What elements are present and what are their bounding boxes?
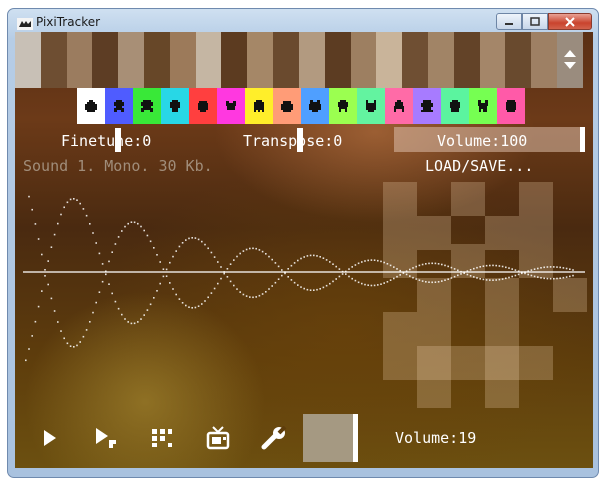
instrument-slot[interactable] (77, 88, 105, 124)
pattern-button[interactable] (147, 426, 177, 450)
instrument-slot[interactable] (133, 88, 161, 124)
instrument-slot[interactable] (497, 88, 525, 124)
dog-icon (478, 100, 488, 112)
instrument-slot[interactable] (105, 88, 133, 124)
invader-icon (141, 100, 153, 112)
instrument-slot[interactable] (301, 88, 329, 124)
piano-key[interactable] (350, 32, 377, 88)
piano-key[interactable] (298, 32, 326, 88)
piano-key[interactable] (195, 32, 222, 88)
spider-icon (421, 100, 433, 112)
octopus-icon (338, 100, 348, 112)
instrument-slot[interactable] (273, 88, 301, 124)
instrument-slot[interactable] (161, 88, 189, 124)
alien-icon (114, 100, 124, 112)
finetune-cursor[interactable] (115, 128, 121, 152)
window-controls (496, 13, 592, 31)
piano-key[interactable] (273, 32, 300, 88)
piano-key[interactable] (402, 32, 429, 88)
tv-icon (206, 426, 230, 450)
app-logo-icon (17, 18, 33, 30)
piano-key[interactable] (144, 32, 171, 88)
instrument-slot[interactable] (413, 88, 441, 124)
instrument-slot[interactable] (469, 88, 497, 124)
play-button[interactable] (35, 426, 65, 450)
app-window: PixiTracker Finetune:0 Transpose:0 Volum… (7, 8, 599, 478)
piano-key[interactable] (505, 32, 532, 88)
piano-key[interactable] (15, 32, 42, 88)
load-save-button[interactable]: LOAD/SAVE... (425, 157, 533, 175)
play-pattern-button[interactable] (91, 426, 121, 450)
piano-key[interactable] (92, 32, 119, 88)
face-icon (506, 100, 516, 112)
robot-icon (198, 101, 208, 112)
piano-key[interactable] (427, 32, 455, 88)
master-volume-label: Volume:19 (395, 429, 477, 447)
waveform-samples (25, 195, 574, 362)
wrench-icon (261, 426, 287, 450)
tracker-canvas[interactable]: Finetune:0 Transpose:0 Volume:100 Sound … (15, 32, 593, 468)
up-down-arrows-icon (564, 50, 576, 69)
play-pattern-icon (96, 428, 116, 448)
piano-keyboard[interactable] (15, 32, 593, 88)
waveform-display[interactable] (15, 182, 593, 408)
maximize-icon (530, 17, 540, 26)
window-title: PixiTracker (36, 15, 101, 29)
maximize-button[interactable] (522, 13, 548, 30)
instrument-slot[interactable] (357, 88, 385, 124)
ghost-icon (254, 100, 264, 112)
piano-key[interactable] (247, 32, 274, 88)
instrument-slot[interactable] (245, 88, 273, 124)
piano-key[interactable] (376, 32, 403, 88)
bottom-toolbar: Volume:19 (15, 408, 593, 468)
video-export-button[interactable] (203, 426, 233, 450)
piano-key[interactable] (453, 32, 481, 88)
piano-key[interactable] (531, 32, 558, 88)
instrument-slot[interactable] (217, 88, 245, 124)
close-button[interactable] (548, 13, 592, 30)
beetle-icon (450, 100, 460, 112)
grid-icon (152, 429, 172, 447)
skull-icon (170, 100, 180, 112)
cat-icon (366, 100, 376, 112)
play-icon (44, 430, 56, 446)
tank-icon (281, 101, 293, 112)
instrument-selector[interactable] (77, 88, 525, 124)
instrument-slot[interactable] (329, 88, 357, 124)
piano-key[interactable] (221, 32, 248, 88)
piano-key[interactable] (40, 32, 68, 88)
instrument-slot[interactable] (189, 88, 217, 124)
settings-button[interactable] (259, 426, 289, 450)
piano-key[interactable] (66, 32, 93, 88)
octave-scroll-button[interactable] (557, 32, 583, 88)
volume-slider-knob[interactable] (353, 414, 358, 462)
transpose-cursor[interactable] (297, 128, 303, 152)
piano-key[interactable] (324, 32, 351, 88)
finetune-control[interactable]: Finetune:0 (61, 130, 151, 152)
volume-control[interactable]: Volume:100 (437, 130, 527, 152)
transpose-control[interactable]: Transpose:0 (243, 130, 342, 152)
bug-icon (85, 100, 97, 112)
squid-icon (394, 100, 404, 112)
close-icon (565, 16, 575, 27)
minimize-icon (505, 22, 513, 25)
instrument-slot[interactable] (441, 88, 469, 124)
volume-slider-handle[interactable] (580, 127, 585, 152)
piano-key[interactable] (479, 32, 506, 88)
piano-key[interactable] (118, 32, 145, 88)
piano-key[interactable] (169, 32, 197, 88)
sample-info: Sound 1. Mono. 30 Kb. (23, 157, 213, 175)
instrument-slot[interactable] (385, 88, 413, 124)
crab-icon (226, 101, 236, 110)
frog-icon (309, 100, 321, 112)
minimize-button[interactable] (496, 13, 522, 30)
volume-slider-track[interactable] (303, 414, 353, 462)
